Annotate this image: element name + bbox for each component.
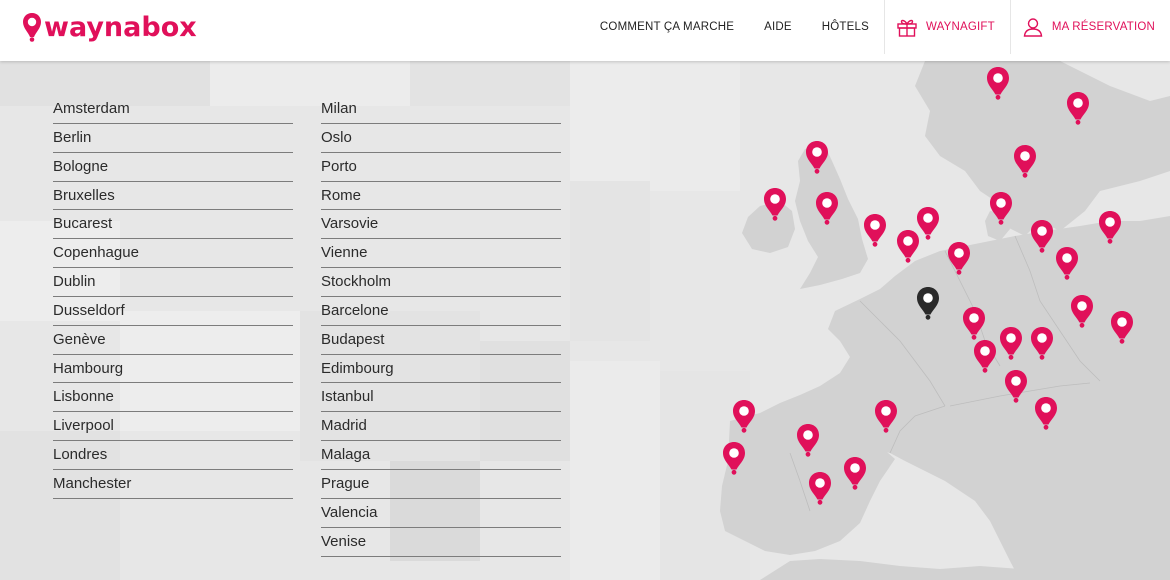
map-pin-icon[interactable] xyxy=(999,326,1023,360)
city-link-venise[interactable]: Venise xyxy=(321,528,561,557)
city-link-prague[interactable]: Prague xyxy=(321,470,561,499)
city-link-bucarest[interactable]: Bucarest xyxy=(53,210,293,240)
map-pin-icon[interactable] xyxy=(722,441,746,475)
city-link-londres[interactable]: Londres xyxy=(53,441,293,470)
city-link-copenhague[interactable]: Copenhague xyxy=(53,239,293,269)
map-pin-icon[interactable] xyxy=(1030,326,1054,360)
map-pin-icon[interactable] xyxy=(962,306,986,340)
city-link-berlin[interactable]: Berlin xyxy=(53,124,293,153)
city-link-liverpool[interactable]: Liverpool xyxy=(53,412,293,442)
city-link-varsovie[interactable]: Varsovie xyxy=(321,210,561,240)
map-pin-icon[interactable] xyxy=(1070,294,1094,328)
map-pin-icon[interactable] xyxy=(815,191,839,225)
city-link-stockholm[interactable]: Stockholm xyxy=(321,268,561,297)
gift-icon xyxy=(897,18,917,37)
map-pin-icon[interactable] xyxy=(896,229,920,263)
map-pin-icon[interactable] xyxy=(843,456,867,490)
map-pin-icon[interactable] xyxy=(947,241,971,275)
origin-map-pin-icon[interactable] xyxy=(916,286,940,320)
map-pin-icon[interactable] xyxy=(763,187,787,221)
map-pin-icon[interactable] xyxy=(805,140,829,174)
city-link-hambourg[interactable]: Hambourg xyxy=(53,355,293,384)
main-nav: COMMENT ÇA MARCHE AIDE HÔTELS WAYNAGIFT xyxy=(600,0,1170,54)
city-link-porto[interactable]: Porto xyxy=(321,153,561,182)
map-pin-icon[interactable] xyxy=(1055,246,1079,280)
city-link-bologne[interactable]: Bologne xyxy=(53,153,293,182)
city-link-budapest[interactable]: Budapest xyxy=(321,326,561,355)
map-pin-icon[interactable] xyxy=(732,399,756,433)
map-pin-icon[interactable] xyxy=(1098,210,1122,244)
city-link-rome[interactable]: Rome xyxy=(321,182,561,211)
nav-my-booking[interactable]: MA RÉSERVATION xyxy=(1009,0,1170,54)
map-pin-icon[interactable] xyxy=(1004,369,1028,403)
top-navbar: waynabox COMMENT ÇA MARCHE AIDE HÔTELS W… xyxy=(0,0,1170,61)
logo-wordmark: waynabox xyxy=(44,11,197,43)
city-link-edimbourg[interactable]: Edimbourg xyxy=(321,355,561,384)
city-link-oslo[interactable]: Oslo xyxy=(321,124,561,153)
city-link-istanbul[interactable]: Istanbul xyxy=(321,383,561,413)
map-pin-icon[interactable] xyxy=(796,423,820,457)
logo-pin-icon xyxy=(22,12,42,42)
map-pin-icon[interactable] xyxy=(874,399,898,433)
nav-how-it-works[interactable]: COMMENT ÇA MARCHE xyxy=(600,0,749,54)
city-link-barcelone[interactable]: Barcelone xyxy=(321,297,561,326)
city-link-valencia[interactable]: Valencia xyxy=(321,499,561,528)
map-pin-icon[interactable] xyxy=(1034,396,1058,430)
city-link-manchester[interactable]: Manchester xyxy=(53,470,293,499)
map-pin-icon[interactable] xyxy=(1066,91,1090,125)
city-link-lisbonne[interactable]: Lisbonne xyxy=(53,383,293,413)
nav-help[interactable]: AIDE xyxy=(749,0,807,54)
map-pin-icon[interactable] xyxy=(989,191,1013,225)
nav-waynagift-label: WAYNAGIFT xyxy=(925,21,995,33)
nav-hotels[interactable]: HÔTELS xyxy=(807,0,884,54)
city-link-dublin[interactable]: Dublin xyxy=(53,268,293,297)
city-link-amsterdam[interactable]: Amsterdam xyxy=(53,95,293,124)
nav-waynagift[interactable]: WAYNAGIFT xyxy=(883,0,1010,54)
nav-my-booking-label: MA RÉSERVATION xyxy=(1051,21,1155,33)
city-link-madrid[interactable]: Madrid xyxy=(321,412,561,442)
city-link-milan[interactable]: Milan xyxy=(321,95,561,124)
destinations-map: Amsterdam Berlin Bologne Bruxelles Bucar… xyxy=(0,61,1170,580)
map-pin-icon[interactable] xyxy=(986,66,1010,100)
map-pin-icon[interactable] xyxy=(808,471,832,505)
map-pin-icon[interactable] xyxy=(1110,310,1134,344)
map-pin-icon[interactable] xyxy=(1030,219,1054,253)
city-link-vienne[interactable]: Vienne xyxy=(321,239,561,269)
map-pin-icon[interactable] xyxy=(1013,144,1037,178)
city-link-bruxelles[interactable]: Bruxelles xyxy=(53,182,293,211)
city-list-column-2: Milan Oslo Porto Rome Varsovie Vienne St… xyxy=(321,95,561,557)
user-icon xyxy=(1023,17,1043,37)
city-link-malaga[interactable]: Malaga xyxy=(321,441,561,470)
map-pin-icon[interactable] xyxy=(973,339,997,373)
waynabox-logo[interactable]: waynabox xyxy=(22,9,197,45)
map-pin-icon[interactable] xyxy=(863,213,887,247)
city-list-column-1: Amsterdam Berlin Bologne Bruxelles Bucar… xyxy=(53,95,293,499)
city-link-geneve[interactable]: Genève xyxy=(53,326,293,355)
city-link-dusseldorf[interactable]: Dusseldorf xyxy=(53,297,293,326)
